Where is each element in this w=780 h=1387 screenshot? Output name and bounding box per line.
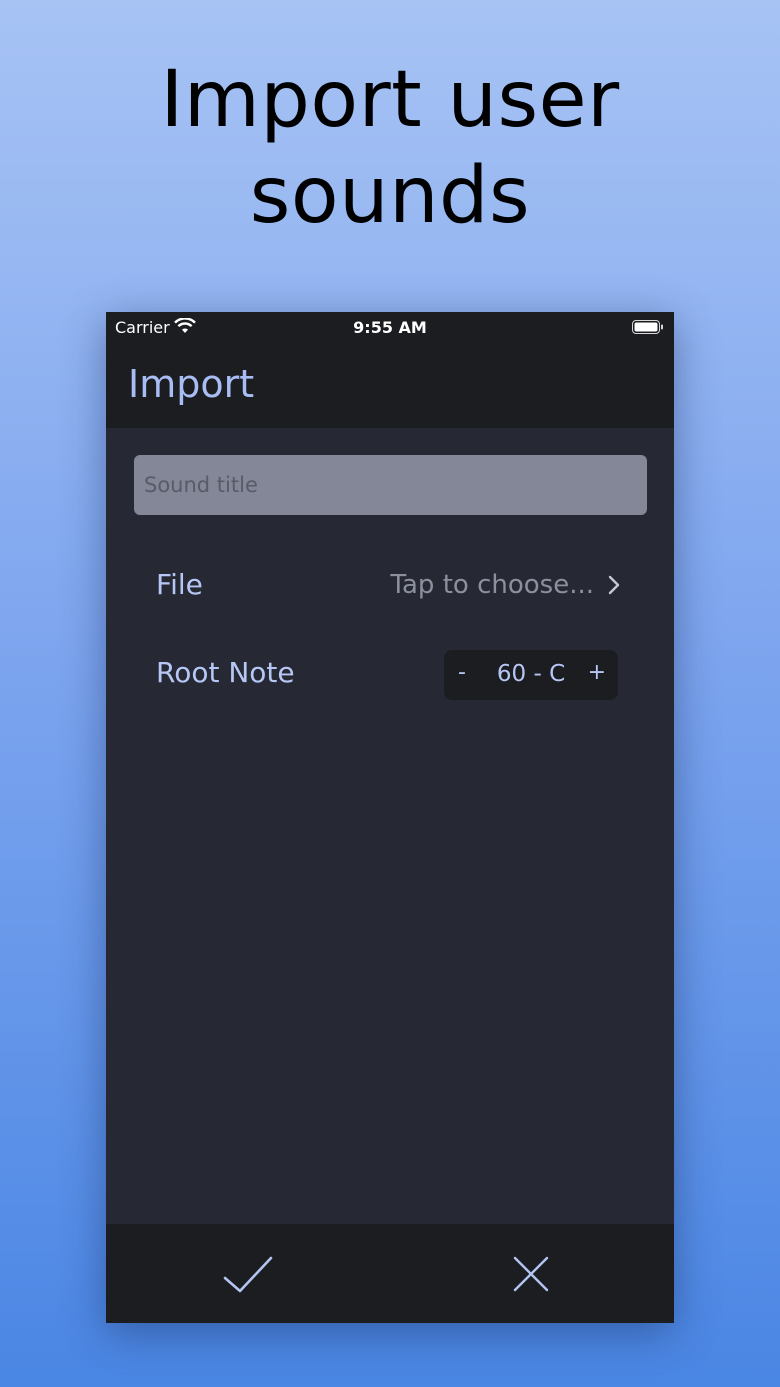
status-bar: Carrier 9:55 AM: [106, 312, 674, 342]
increment-button[interactable]: +: [588, 660, 606, 685]
bottom-toolbar: [106, 1224, 674, 1323]
root-note-label: Root Note: [156, 656, 295, 689]
headline-line-1: Import user: [160, 55, 620, 145]
file-label: File: [156, 568, 203, 601]
status-time: 9:55 AM: [353, 318, 427, 337]
navigation-bar: Import: [106, 342, 674, 428]
page-title: Import: [128, 362, 255, 406]
phone-screen: Carrier 9:55 AM Import File Tap to choos…: [106, 312, 674, 1323]
file-value: Tap to choose...: [390, 570, 594, 600]
root-note-stepper: - 60 - C +: [444, 650, 618, 700]
close-icon[interactable]: [511, 1254, 551, 1298]
promo-headline: Import user sounds: [0, 52, 780, 244]
file-row[interactable]: File Tap to choose...: [106, 558, 674, 614]
checkmark-icon[interactable]: [222, 1254, 274, 1298]
battery-icon: [632, 320, 664, 339]
headline-line-2: sounds: [249, 151, 531, 241]
sound-title-input[interactable]: [134, 455, 647, 515]
chevron-right-icon: [608, 575, 620, 599]
